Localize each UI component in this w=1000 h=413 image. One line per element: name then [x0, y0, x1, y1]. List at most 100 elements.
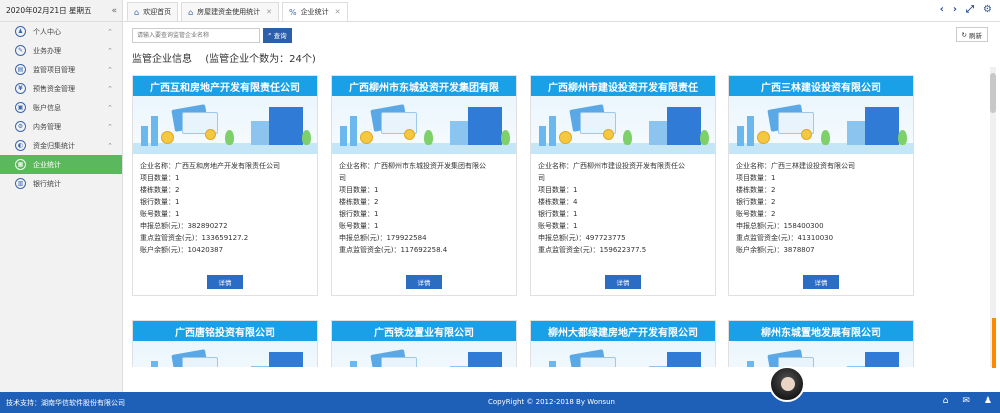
- search-button[interactable]: ⌕ 查询: [263, 27, 292, 43]
- enterprise-card: 广西互和房地产开发有限责任公司 企业名称：广西互和房地产开发有限责任公司 项目数量：…: [132, 75, 318, 296]
- app-window: 2020年02月21日 星期五 « ♟ 个人中心 ⌃ ✎ 业务办理 ⌃ ▤ 监管项目管理 ⌃ ¥ 预…: [0, 0, 1000, 413]
- sidebar-item-3[interactable]: ▤ 监管项目管理 ⌃: [0, 60, 122, 79]
- card-title[interactable]: 广西互和房地产开发有限责任公司: [133, 76, 317, 96]
- card-info: 企业名称：广西三林建设投资有限公司 项目数量：1 楼栋数量：2 银行数量：2 账号数量：…: [729, 154, 913, 269]
- chevron-up-icon: ⌃: [107, 27, 113, 36]
- card-illustration: [531, 96, 715, 154]
- sidebar-menu: ♟ 个人中心 ⌃ ✎ 业务办理 ⌃ ▤ 监管项目管理 ⌃ ¥ 预售资金管理 ⌃ ▣ 账户信息 ⌃ ⚙ 内务管理 ⌃…: [0, 22, 122, 193]
- sidebar-item-label: 资金归集统计: [33, 141, 75, 150]
- card-illustration: [531, 341, 715, 367]
- card-footer: 详情: [729, 269, 913, 295]
- tech-support-text: 技术支持：湖南华信软件股份有限公司: [6, 398, 125, 407]
- sidebar-item-label: 个人中心: [33, 27, 61, 36]
- card-info-line: 账户余额(元)：3878807: [736, 246, 815, 254]
- tab-2[interactable]: ⌂ 房屋建资金使用统计 ✕: [181, 2, 280, 21]
- date-bar: 2020年02月21日 星期五 «: [0, 0, 122, 22]
- close-tab-icon[interactable]: ✕: [266, 8, 272, 16]
- detail-button[interactable]: 详情: [207, 275, 243, 289]
- card-title[interactable]: 广西柳州市建设投资开发有限责任: [531, 76, 715, 96]
- sidebar-item-label: 账户信息: [33, 103, 61, 112]
- bank-icon: ▥: [15, 178, 26, 189]
- fullscreen-icon[interactable]: ⤢: [966, 4, 974, 15]
- sidebar-item-2[interactable]: ✎ 业务办理 ⌃: [0, 41, 122, 60]
- card-info-line: 项目数量：1: [339, 186, 379, 194]
- card-info-line: 账号数量：1: [538, 222, 578, 230]
- card-title[interactable]: 柳州东城置地发展有限公司: [729, 321, 913, 341]
- card-title[interactable]: 广西三林建设投资有限公司: [729, 76, 913, 96]
- chevron-up-icon: ⌃: [107, 65, 113, 74]
- tab-label: 企业统计: [300, 8, 329, 16]
- card-footer: 详情: [531, 269, 715, 295]
- next-icon[interactable]: ›: [953, 4, 957, 15]
- card-info-line: 银行数量：1: [140, 198, 180, 206]
- chevron-up-icon: ⌃: [107, 84, 113, 93]
- card-info-line: 银行数量：2: [736, 198, 776, 206]
- stats-icon: ◐: [15, 140, 26, 151]
- window-controls: ‹ › ⤢ ⚙: [940, 4, 992, 15]
- mail-icon[interactable]: ✉: [962, 396, 970, 406]
- card-info-line: 司: [538, 174, 545, 182]
- sidebar-item-1[interactable]: ♟ 个人中心 ⌃: [0, 22, 122, 41]
- card-title[interactable]: 广西柳州市东城投资开发集团有限: [332, 76, 516, 96]
- sidebar-item-6[interactable]: ⚙ 内务管理 ⌃: [0, 117, 122, 136]
- card-info-line: 司: [339, 174, 346, 182]
- card-info-line: 银行数量：1: [339, 210, 379, 218]
- card-info-line: 重点监管资金(元)：133659127.2: [140, 234, 249, 242]
- detail-button[interactable]: 详情: [803, 275, 839, 289]
- card-title[interactable]: 广西铁龙置业有限公司: [332, 321, 516, 341]
- chevron-up-icon: ⌃: [107, 46, 113, 55]
- dashboard-icon[interactable]: ⌂: [943, 396, 949, 406]
- enterprise-card: 柳州大都绿建房地产开发有限公司: [530, 320, 716, 367]
- detail-button[interactable]: 详情: [605, 275, 641, 289]
- card-info-line: 申报总额(元)：382890272: [140, 222, 228, 230]
- user-icon[interactable]: ♟: [984, 396, 992, 406]
- detail-button[interactable]: 详情: [406, 275, 442, 289]
- sidebar-item-label: 预售资金管理: [33, 84, 75, 93]
- card-illustration: [332, 341, 516, 367]
- card-info-line: 企业名称：广西柳州市东城投资开发集团有限公: [339, 162, 486, 170]
- chevron-up-icon: ⌃: [107, 141, 113, 150]
- card-info-line: 账号数量：1: [339, 222, 379, 230]
- card-footer: 详情: [133, 269, 317, 295]
- card-info-line: 申报总额(元)：179922584: [339, 234, 427, 242]
- refresh-button-label: 刷新: [969, 32, 982, 40]
- bank-icon: ⌂: [188, 7, 194, 17]
- sidebar-item-5[interactable]: ▣ 账户信息 ⌃: [0, 98, 122, 117]
- card-title[interactable]: 柳州大都绿建房地产开发有限公司: [531, 321, 715, 341]
- search-button-label: 查询: [273, 33, 287, 40]
- card-title[interactable]: 广西唐铭投资有限公司: [133, 321, 317, 341]
- sidebar-item-7[interactable]: ◐ 资金归集统计 ⌃: [0, 136, 122, 155]
- refresh-button[interactable]: ↻ 刷新: [955, 27, 988, 42]
- sidebar-item-4[interactable]: ¥ 预售资金管理 ⌃: [0, 79, 122, 98]
- tab-1[interactable]: ⌂ 欢迎首页: [127, 2, 179, 21]
- card-info: 企业名称：广西互和房地产开发有限责任公司 项目数量：1 楼栋数量：2 银行数量：1 账号…: [133, 154, 317, 269]
- current-date: 2020年02月21日 星期五: [6, 6, 92, 15]
- enterprise-card: 广西铁龙置业有限公司: [331, 320, 517, 367]
- sidebar-item-8[interactable]: ▦ 企业统计: [0, 155, 122, 174]
- enterprise-card: 广西柳州市建设投资开发有限责任 企业名称：广西柳州市建设投资开发有限责任公司项目数…: [530, 75, 716, 296]
- close-tab-icon[interactable]: ✕: [335, 8, 341, 16]
- collapse-sidebar-icon[interactable]: «: [111, 6, 117, 16]
- tab-label: 欢迎首页: [143, 8, 172, 16]
- footer-icons: ⌂ ✉ ♟: [943, 396, 992, 406]
- settings-icon[interactable]: ⚙: [983, 4, 992, 15]
- sidebar-item-label: 企业统计: [33, 160, 61, 169]
- sidebar-item-9[interactable]: ▥ 银行统计: [0, 174, 122, 193]
- card-info-line: 楼栋数量：2: [140, 186, 180, 194]
- card-info-line: 项目数量：1: [538, 186, 578, 194]
- enterprise-card-grid[interactable]: 广西互和房地产开发有限责任公司 企业名称：广西互和房地产开发有限责任公司 项目数量：…: [124, 67, 990, 367]
- chevron-up-icon: ⌃: [107, 122, 113, 131]
- prev-icon[interactable]: ‹: [940, 4, 944, 15]
- footer-bar: 技术支持：湖南华信软件股份有限公司 CopyRight © 2012-2018 …: [0, 392, 1000, 413]
- card-info-line: 企业名称：广西三林建设投资有限公司: [736, 162, 855, 170]
- scrollbar-thumb[interactable]: [990, 73, 996, 113]
- tab-bar: ⌂ 欢迎首页 ⌂ 房屋建资金使用统计 ✕% 企业统计 ✕: [123, 0, 1000, 22]
- tab-3[interactable]: % 企业统计 ✕: [282, 2, 348, 21]
- search-input[interactable]: [132, 27, 260, 43]
- card-illustration: [133, 96, 317, 154]
- sidebar-item-label: 业务办理: [33, 46, 61, 55]
- user-avatar[interactable]: [769, 366, 805, 402]
- home-icon: ⌂: [134, 7, 140, 17]
- enterprise-card: 柳州东城置地发展有限公司: [728, 320, 914, 367]
- card-info-line: 楼栋数量：2: [339, 198, 379, 206]
